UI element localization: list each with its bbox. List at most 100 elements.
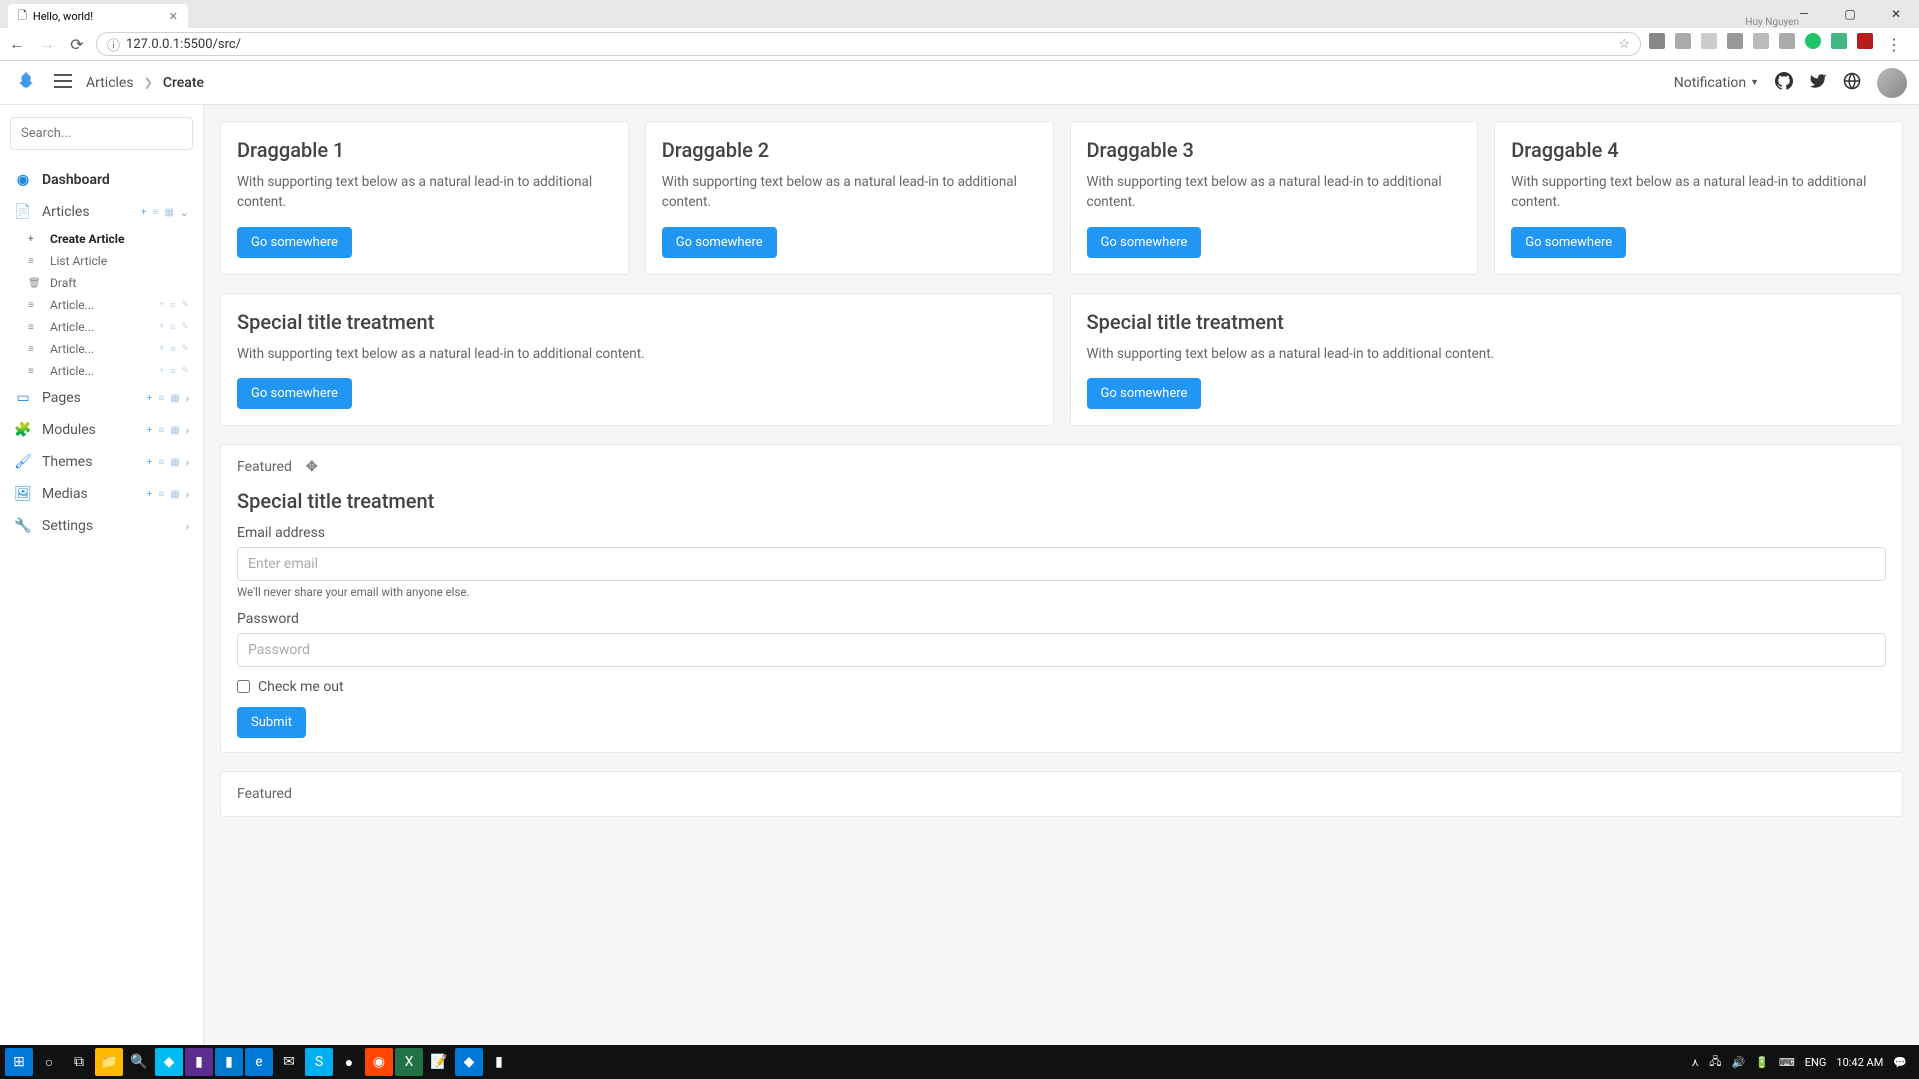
plus-icon[interactable]: + <box>159 322 164 333</box>
go-somewhere-button[interactable]: Go somewhere <box>1511 227 1626 258</box>
sidebar-sub-list-article[interactable]: ≡ List Article <box>10 250 193 272</box>
list-icon[interactable]: ≡ <box>170 366 175 377</box>
sidebar-sub-create-article[interactable]: + Create Article <box>10 228 193 250</box>
edit-icon[interactable]: ✎ <box>181 300 189 311</box>
password-field[interactable] <box>237 633 1886 667</box>
ext-icon-2[interactable] <box>1675 33 1691 49</box>
edge-icon[interactable]: e <box>245 1048 273 1076</box>
search-input[interactable] <box>10 117 193 150</box>
twitter-icon[interactable] <box>1809 72 1827 94</box>
go-somewhere-button[interactable]: Go somewhere <box>1087 378 1202 409</box>
back-button[interactable]: ← <box>6 33 28 55</box>
sidebar-sub-article-2[interactable]: ≡ Article... +≡✎ <box>10 316 193 338</box>
notification-dropdown[interactable]: Notification ▼ <box>1674 75 1759 91</box>
mail-icon[interactable]: ✉ <box>275 1048 303 1076</box>
move-icon[interactable]: ✥ <box>306 459 318 475</box>
submit-button[interactable]: Submit <box>237 707 306 738</box>
chrome-icon[interactable]: ● <box>335 1048 363 1076</box>
app-icon[interactable]: ◆ <box>455 1048 483 1076</box>
volume-icon[interactable]: 🔊 <box>1732 1056 1746 1069</box>
app-icon[interactable]: ◉ <box>365 1048 393 1076</box>
card-draggable-1[interactable]: Draggable 1 With supporting text below a… <box>220 121 629 275</box>
chevron-right-icon[interactable]: › <box>186 488 189 501</box>
ext-icon-5[interactable] <box>1753 33 1769 49</box>
check-me-out-checkbox[interactable] <box>237 680 250 693</box>
list-icon[interactable]: ≡ <box>158 489 164 500</box>
sidebar-item-modules[interactable]: 🧩 Modules +≡▦› <box>10 414 193 446</box>
vscode-icon[interactable]: ▮ <box>215 1048 243 1076</box>
sidebar-sub-draft[interactable]: 🗑 Draft <box>10 272 193 294</box>
chevron-right-icon[interactable]: › <box>186 520 189 533</box>
sidebar-item-articles[interactable]: 📄 Articles + ≡ ▦ ⌄ <box>10 196 193 228</box>
edit-icon[interactable]: ✎ <box>181 322 189 333</box>
plus-icon[interactable]: + <box>141 207 147 218</box>
list-icon[interactable]: ≡ <box>158 457 164 468</box>
notifications-icon[interactable]: 💬 <box>1893 1056 1907 1069</box>
go-somewhere-button[interactable]: Go somewhere <box>237 378 352 409</box>
chevron-right-icon[interactable]: › <box>186 424 189 437</box>
battery-icon[interactable]: 🔋 <box>1755 1056 1769 1069</box>
browser-tab[interactable]: 🗋 Hello, world! ✕ <box>8 4 188 28</box>
list-icon[interactable]: ≡ <box>170 322 175 333</box>
grid-icon[interactable]: ▦ <box>170 425 179 436</box>
menu-icon[interactable]: ⋮ <box>1883 33 1905 55</box>
sidebar-item-dashboard[interactable]: ◉ Dashboard <box>10 164 193 196</box>
app-icon[interactable]: ◆ <box>155 1048 183 1076</box>
chevron-down-icon[interactable]: ⌄ <box>180 206 189 219</box>
excel-icon[interactable]: X <box>395 1048 423 1076</box>
avatar[interactable] <box>1877 68 1907 98</box>
card-draggable-2[interactable]: Draggable 2 With supporting text below a… <box>645 121 1054 275</box>
ext-icon-6[interactable] <box>1779 33 1795 49</box>
plus-icon[interactable]: + <box>147 425 153 436</box>
card-draggable-4[interactable]: Draggable 4 With supporting text below a… <box>1494 121 1903 275</box>
sidebar-item-themes[interactable]: 🖌 Themes +≡▦› <box>10 446 193 478</box>
card-draggable-3[interactable]: Draggable 3 With supporting text below a… <box>1070 121 1479 275</box>
globe-icon[interactable] <box>1843 72 1861 94</box>
plus-icon[interactable]: + <box>147 393 153 404</box>
clock[interactable]: 10:42 AM <box>1836 1056 1883 1069</box>
ext-icon-grammarly[interactable] <box>1805 33 1821 49</box>
grid-icon[interactable]: ▦ <box>164 207 173 218</box>
reload-button[interactable]: ⟳ <box>66 33 88 55</box>
list-icon[interactable]: ≡ <box>170 344 175 355</box>
app-icon[interactable]: 📝 <box>425 1048 453 1076</box>
star-icon[interactable]: ☆ <box>1618 37 1630 52</box>
go-somewhere-button[interactable]: Go somewhere <box>1087 227 1202 258</box>
vscode-icon[interactable]: ▮ <box>185 1048 213 1076</box>
plus-icon[interactable]: + <box>159 366 164 377</box>
chevron-right-icon[interactable]: › <box>186 392 189 405</box>
plus-icon[interactable]: + <box>159 300 164 311</box>
close-tab-icon[interactable]: ✕ <box>169 10 178 23</box>
ext-icon-1[interactable] <box>1649 33 1665 49</box>
list-icon[interactable]: ≡ <box>152 207 158 218</box>
chevron-right-icon[interactable]: › <box>186 456 189 469</box>
go-somewhere-button[interactable]: Go somewhere <box>237 227 352 258</box>
sidebar-sub-article-1[interactable]: ≡ Article... +≡✎ <box>10 294 193 316</box>
url-input[interactable]: ⓘ 127.0.0.1:5500/src/ ☆ <box>96 32 1641 56</box>
hamburger-icon[interactable] <box>54 73 72 92</box>
grid-icon[interactable]: ▦ <box>170 457 179 468</box>
start-button[interactable]: ⊞ <box>5 1048 33 1076</box>
plus-icon[interactable]: + <box>159 344 164 355</box>
maximize-button[interactable]: ▢ <box>1827 0 1873 28</box>
app-icon[interactable]: ▮ <box>485 1048 513 1076</box>
ext-icon-3[interactable] <box>1701 33 1717 49</box>
task-view-icon[interactable]: ⧉ <box>65 1048 93 1076</box>
go-somewhere-button[interactable]: Go somewhere <box>662 227 777 258</box>
edit-icon[interactable]: ✎ <box>181 366 189 377</box>
github-icon[interactable] <box>1775 72 1793 94</box>
sidebar-item-medias[interactable]: 🖼 Medias +≡▦› <box>10 478 193 510</box>
breadcrumb-root[interactable]: Articles <box>86 75 134 91</box>
network-icon[interactable]: 🖧 <box>1709 1053 1721 1072</box>
sidebar-sub-article-3[interactable]: ≡ Article... +≡✎ <box>10 338 193 360</box>
list-icon[interactable]: ≡ <box>158 393 164 404</box>
ext-icon-4[interactable] <box>1727 33 1743 49</box>
language-indicator[interactable]: ENG <box>1805 1056 1827 1069</box>
plus-icon[interactable]: + <box>147 489 153 500</box>
keyboard-icon[interactable]: ⌨ <box>1779 1056 1795 1069</box>
sidebar-item-settings[interactable]: 🔧 Settings › <box>10 510 193 542</box>
edit-icon[interactable]: ✎ <box>181 344 189 355</box>
ext-icon-pdf[interactable] <box>1857 33 1873 49</box>
ext-icon-vue[interactable] <box>1831 33 1847 49</box>
list-icon[interactable]: ≡ <box>158 425 164 436</box>
